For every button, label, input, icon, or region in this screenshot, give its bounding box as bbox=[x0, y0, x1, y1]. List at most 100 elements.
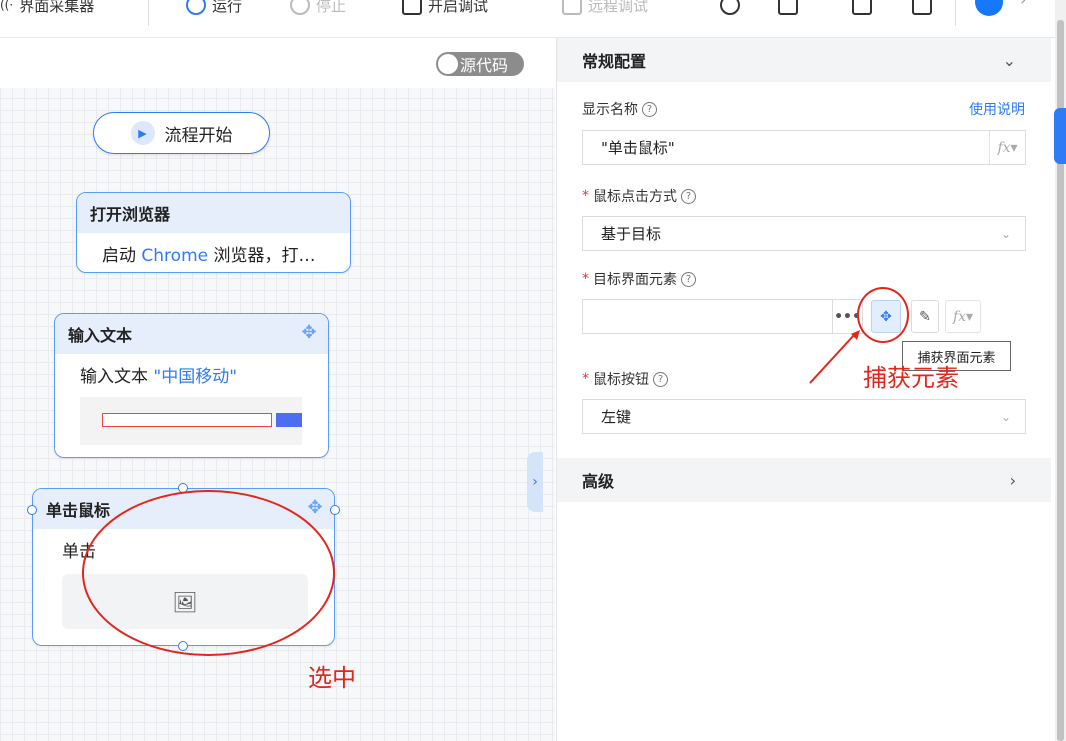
canvas-header: 源代码 bbox=[0, 38, 555, 88]
export-button[interactable] bbox=[912, 0, 932, 18]
fx-label: fx bbox=[952, 308, 967, 325]
debug-button[interactable]: 开启调试 bbox=[402, 0, 488, 18]
field-label: 鼠标点击方式 bbox=[593, 189, 677, 205]
side-tab[interactable] bbox=[1054, 108, 1066, 164]
annotation-arrow bbox=[809, 330, 860, 384]
start-node[interactable]: ▶ 流程开始 bbox=[93, 112, 270, 154]
toolbar-divider bbox=[955, 0, 956, 26]
display-name-label: 显示名称 ? bbox=[582, 99, 657, 119]
fx-button[interactable]: fx ▾ bbox=[989, 131, 1025, 164]
search-button-image bbox=[276, 413, 302, 427]
click-mode-label: * 鼠标点击方式 ? bbox=[582, 186, 696, 206]
chevron-down-icon: ⌄ bbox=[1002, 50, 1016, 70]
usage-help-link[interactable]: 使用说明 bbox=[969, 99, 1025, 119]
section-title: 常规配置 bbox=[582, 52, 647, 71]
mouse-button-value: 左键 bbox=[601, 408, 632, 426]
node-desc-prefix: 输入文本 bbox=[80, 367, 154, 387]
edit-icon: ✎ bbox=[919, 308, 931, 325]
run-icon bbox=[186, 0, 206, 15]
move-icon[interactable]: ✥ bbox=[306, 499, 324, 517]
notes-button[interactable] bbox=[778, 0, 798, 18]
run-label: 运行 bbox=[212, 0, 243, 15]
target-element-label: * 目标界面元素 ? bbox=[582, 269, 696, 289]
node-title: 单击鼠标 bbox=[46, 501, 111, 520]
debug-icon bbox=[402, 0, 422, 15]
source-code-label: 源代码 bbox=[460, 56, 509, 75]
baidu-logo-image bbox=[174, 399, 244, 409]
run-button[interactable]: 运行 bbox=[186, 0, 242, 18]
select-annotation-text: 选中 bbox=[308, 664, 356, 692]
node-desc-prefix: 启动 bbox=[102, 246, 142, 266]
field-label: 目标界面元素 bbox=[593, 272, 677, 288]
advanced-section-header[interactable]: 高级 › bbox=[557, 458, 1051, 502]
node-description: 输入文本 "中国移动" bbox=[55, 354, 328, 445]
section-title: 高级 bbox=[582, 472, 615, 491]
element-screenshot bbox=[80, 397, 302, 445]
help-icon[interactable]: ? bbox=[681, 188, 696, 204]
stop-button[interactable]: 停止 bbox=[290, 0, 346, 18]
general-config-header[interactable]: 常规配置 ⌄ bbox=[557, 38, 1051, 82]
properties-panel: 常规配置 ⌄ 显示名称 ? 使用说明 "单击鼠标" fx ▾ * 鼠标点击方式 ?… bbox=[556, 38, 1051, 741]
chevron-right-icon: › bbox=[532, 474, 538, 490]
node-open-browser[interactable]: 打开浏览器 启动 Chrome 浏览器，打… bbox=[76, 192, 351, 273]
chevron-right-icon: › bbox=[1009, 470, 1016, 490]
target-element-field[interactable] bbox=[582, 299, 833, 334]
publish-button[interactable] bbox=[852, 0, 872, 18]
source-code-toggle[interactable]: 源代码 bbox=[436, 52, 524, 76]
node-title: 输入文本 bbox=[68, 326, 133, 345]
required-marker: * bbox=[582, 271, 589, 287]
selection-highlight-ellipse bbox=[82, 490, 335, 656]
node-desc-highlight: Chrome bbox=[141, 246, 209, 266]
stop-label: 停止 bbox=[316, 0, 347, 15]
display-name-value: "单击鼠标" bbox=[601, 139, 675, 157]
remote-debug-label: 远程调试 bbox=[588, 0, 649, 15]
toggle-knob bbox=[438, 54, 458, 74]
wifi-icon: ((· bbox=[0, 0, 14, 12]
connection-handle-right[interactable] bbox=[330, 505, 340, 515]
remote-debug-icon bbox=[562, 0, 582, 15]
notes-icon bbox=[778, 0, 798, 15]
stop-icon bbox=[290, 0, 310, 15]
node-desc-suffix: 浏览器，打… bbox=[208, 246, 316, 266]
send-icon bbox=[852, 0, 872, 15]
chevron-down-icon: ⌄ bbox=[1000, 409, 1011, 424]
panel-collapse-button[interactable]: › bbox=[527, 452, 543, 512]
edit-element-button[interactable]: ✎ bbox=[911, 300, 939, 333]
debug-label: 开启调试 bbox=[428, 0, 489, 15]
start-node-label: 流程开始 bbox=[164, 125, 233, 146]
node-title: 打开浏览器 bbox=[90, 205, 171, 224]
help-icon[interactable]: ? bbox=[653, 371, 668, 387]
avatar[interactable] bbox=[975, 0, 1003, 16]
help-icon[interactable]: ? bbox=[642, 101, 657, 117]
field-label: 鼠标按钮 bbox=[593, 372, 649, 388]
node-desc-highlight: "中国移动" bbox=[153, 367, 238, 387]
node-description: 启动 Chrome 浏览器，打… bbox=[77, 233, 350, 266]
mouse-button-label: * 鼠标按钮 ? bbox=[582, 369, 668, 389]
play-icon: ▶ bbox=[130, 121, 155, 145]
chevron-right-icon[interactable]: › bbox=[1020, 0, 1026, 9]
chevron-down-icon: ⌄ bbox=[1000, 226, 1011, 241]
click-mode-value: 基于目标 bbox=[601, 225, 662, 243]
element-collector-button[interactable]: ((· 界面采集器 bbox=[0, 0, 94, 18]
fx-button[interactable]: fx ▾ bbox=[945, 300, 981, 333]
required-marker: * bbox=[582, 188, 589, 204]
help-icon[interactable]: ? bbox=[681, 271, 696, 287]
fx-label: fx bbox=[997, 139, 1011, 156]
search-icon bbox=[720, 0, 740, 15]
mouse-button-select[interactable]: 左键 ⌄ bbox=[582, 399, 1026, 434]
display-name-field[interactable]: "单击鼠标" fx ▾ bbox=[582, 130, 1026, 165]
move-icon[interactable]: ✥ bbox=[300, 324, 318, 342]
click-mode-select[interactable]: 基于目标 ⌄ bbox=[582, 216, 1026, 251]
capture-annotation-text: 捕获元素 bbox=[863, 364, 959, 392]
connection-handle-left[interactable] bbox=[27, 505, 37, 515]
search-button[interactable] bbox=[720, 0, 740, 18]
node-header: 输入文本 ✥ bbox=[55, 314, 328, 354]
export-icon bbox=[912, 0, 932, 15]
required-marker: * bbox=[582, 371, 589, 387]
element-collector-label: 界面采集器 bbox=[19, 0, 95, 15]
node-header: 打开浏览器 bbox=[77, 193, 350, 233]
search-bar-image bbox=[102, 413, 272, 427]
toolbar-divider bbox=[148, 0, 149, 26]
remote-debug-button[interactable]: 远程调试 bbox=[562, 0, 648, 18]
node-input-text[interactable]: 输入文本 ✥ 输入文本 "中国移动" bbox=[54, 313, 329, 458]
